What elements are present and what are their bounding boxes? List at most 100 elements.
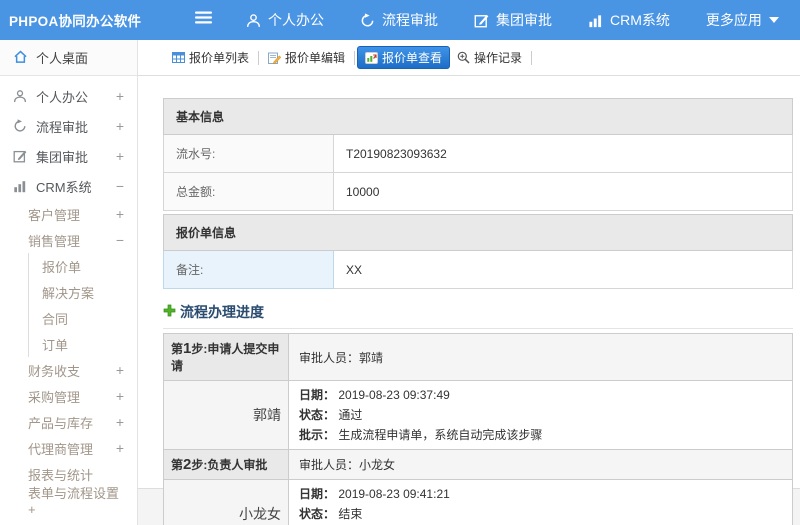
table-row: 流水号: T20190823093632 — [163, 134, 793, 173]
edit-doc-icon — [268, 52, 282, 64]
sidebar-item-group-approval[interactable]: 集团审批 + — [0, 141, 137, 171]
top-nav: 个人办公 流程审批 集团审批 CRM系统 更多应用 — [246, 10, 779, 30]
collapse-minus-icon: − — [115, 232, 124, 248]
nav-label: 集团审批 — [496, 12, 552, 28]
field-value: T20190823093632 — [333, 134, 793, 173]
step-header-row: 第1步:申请人提交申请 审批人员：郭靖 — [163, 333, 793, 381]
field-value: XX — [333, 250, 793, 289]
sidebar-item-label: 流程审批 — [36, 119, 89, 135]
nav-item-more-apps[interactable]: 更多应用 — [706, 10, 779, 30]
chart-icon — [588, 13, 603, 28]
expand-plus-icon: + — [115, 88, 124, 104]
sidebar-item-personal-office[interactable]: 个人办公 + — [0, 81, 137, 111]
zoom-icon — [457, 51, 470, 64]
step-detail-row: 小龙女 日期： 2019-08-23 09:41:21 状态： 结束 批示： 通… — [163, 479, 793, 525]
edit-icon — [13, 149, 27, 163]
approver-name-cell: 郭靖 — [163, 380, 289, 450]
expand-plus-icon: + — [115, 206, 124, 222]
sidebar-item-solution[interactable]: 解决方案 — [29, 279, 137, 305]
expand-plus-icon: + — [115, 388, 124, 404]
sidebar-item-label: 合同 — [42, 311, 69, 327]
section-header: 报价单信息 — [163, 214, 793, 251]
sidebar-item-order[interactable]: 订单 — [29, 331, 137, 357]
sidebar-item-finance[interactable]: 财务收支 + — [0, 357, 137, 383]
app-window: PHPOA协同办公软件 个人办公 流程审批 集团审批 CRM系统 更多应用 个人… — [0, 0, 800, 525]
sidebar-item-sales-mgmt[interactable]: 销售管理 − — [0, 227, 137, 253]
sidebar-item-product-inventory[interactable]: 产品与库存 + — [0, 409, 137, 435]
plus-icon — [163, 304, 176, 320]
tab-quotation-edit[interactable]: 报价单编辑 — [261, 46, 352, 69]
nav-item-process-approval[interactable]: 流程审批 — [360, 10, 438, 30]
sidebar-item-agent-mgmt[interactable]: 代理商管理 + — [0, 435, 137, 461]
top-bar: PHPOA协同办公软件 个人办公 流程审批 集团审批 CRM系统 更多应用 — [0, 0, 800, 40]
expand-plus-icon: + — [115, 440, 124, 456]
sidebar-item-label: 产品与库存 — [28, 415, 94, 431]
nav-item-group-approval[interactable]: 集团审批 — [474, 10, 552, 30]
sidebar-item-label: 财务收支 — [28, 363, 81, 379]
tab-quotation-list[interactable]: 报价单列表 — [165, 46, 256, 69]
nav-item-personal-office[interactable]: 个人办公 — [246, 10, 324, 30]
table-icon — [172, 52, 185, 63]
step-header-row: 第2步:负责人审批 审批人员：小龙女 — [163, 449, 793, 480]
sidebar-item-crm[interactable]: CRM系统 − — [0, 171, 137, 201]
menu-toggle-button[interactable] — [195, 11, 212, 29]
approver-label: 审批人员： — [299, 458, 360, 472]
view-chart-icon — [365, 51, 379, 64]
sales-submenu: 报价单 解决方案 合同 订单 — [28, 253, 137, 357]
sidebar-item-purchase[interactable]: 采购管理 + — [0, 383, 137, 409]
sidebar-item-personal-desktop[interactable]: 个人桌面 — [0, 40, 137, 76]
tab-quotation-view[interactable]: 报价单查看 — [357, 46, 451, 69]
sidebar-item-label: 报价单 — [42, 259, 82, 275]
sidebar-item-label: 个人桌面 — [36, 51, 89, 66]
sidebar-item-process-approval[interactable]: 流程审批 + — [0, 111, 137, 141]
collapse-minus-icon: − — [115, 178, 124, 194]
tab-label: 报价单编辑 — [285, 51, 346, 65]
tab-label: 操作记录 — [474, 51, 523, 65]
basic-info-table: 基本信息 流水号: T20190823093632 总金额: 10000 — [163, 98, 793, 211]
date-line: 日期： 2019-08-23 09:37:49 — [299, 388, 450, 402]
sidebar-item-contract[interactable]: 合同 — [29, 305, 137, 331]
sidebar-item-quotation[interactable]: 报价单 — [29, 253, 137, 279]
field-label: 流水号: — [163, 134, 334, 173]
progress-table: 第1步:申请人提交申请 审批人员：郭靖 郭靖 日期： 2019-08-23 09… — [163, 333, 793, 525]
app-logo: PHPOA协同办公软件 — [9, 14, 142, 29]
chart-icon — [13, 179, 27, 193]
sidebar-item-form-process-settings[interactable]: 表单与流程设置+ — [0, 486, 137, 517]
field-label: 备注: — [163, 250, 334, 289]
sidebar-item-label: 客户管理 — [28, 207, 81, 223]
home-icon — [13, 49, 28, 67]
sidebar-item-label: CRM系统 — [36, 179, 92, 195]
tab-separator — [258, 50, 260, 65]
tab-label: 报价单查看 — [382, 51, 443, 65]
quotation-info-table: 报价单信息 备注: XX — [163, 214, 793, 289]
tab-bar: 报价单列表 报价单编辑 报价单查看 操作记录 — [138, 40, 800, 76]
expand-plus-icon: + — [115, 362, 124, 378]
nav-label: 流程审批 — [382, 12, 438, 28]
table-row: 备注: XX — [163, 250, 793, 289]
process-icon — [360, 12, 375, 28]
edit-icon — [474, 13, 489, 28]
user-icon — [246, 13, 261, 28]
approver-name-cell: 小龙女 — [163, 479, 289, 525]
caret-down-icon — [768, 17, 779, 23]
sidebar-item-customer-mgmt[interactable]: 客户管理 + — [0, 201, 137, 227]
user-icon — [13, 89, 27, 103]
sidebar-item-label: 订单 — [42, 337, 69, 353]
step-detail-row: 郭靖 日期： 2019-08-23 09:37:49 状态： 通过 批示： 生成… — [163, 380, 793, 450]
approver-label: 审批人员： — [299, 350, 360, 365]
sidebar-item-label: 报表与统计 — [28, 467, 94, 483]
step-cell: 第1步:申请人提交申请 — [163, 333, 289, 381]
tab-separator — [531, 50, 533, 65]
tab-separator — [354, 50, 356, 65]
sidebar-item-label: 个人办公 — [36, 89, 89, 105]
nav-label: 个人办公 — [268, 12, 324, 28]
nav-label: 更多应用 — [705, 12, 762, 28]
tab-label: 报价单列表 — [189, 51, 250, 65]
tab-operation-log[interactable]: 操作记录 — [450, 46, 529, 69]
expand-plus-icon: + — [115, 118, 124, 134]
nav-item-crm[interactable]: CRM系统 — [588, 10, 670, 30]
sidebar-item-label: 采购管理 — [28, 389, 81, 405]
expand-plus-icon: + — [115, 414, 124, 430]
progress-title: 流程办理进度 — [180, 304, 264, 320]
sidebar-tree: 个人办公 + 流程审批 + 集团审批 + CRM系统 − 客户管理 + 销售管理… — [0, 76, 137, 517]
